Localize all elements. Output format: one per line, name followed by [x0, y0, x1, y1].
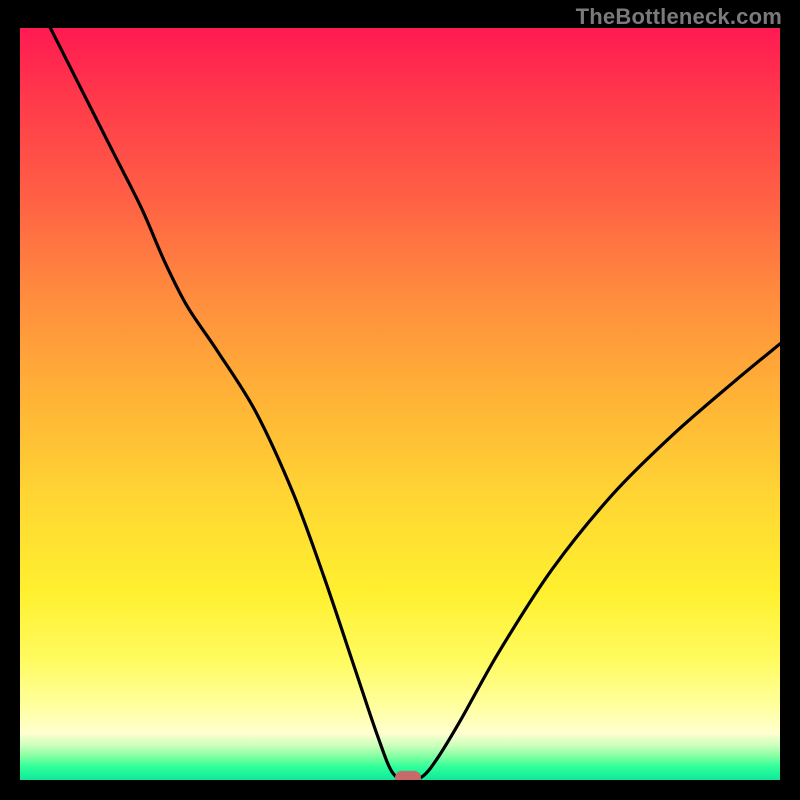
- chart-frame: TheBottleneck.com: [0, 0, 800, 800]
- optimal-point-marker: [395, 771, 421, 780]
- bottleneck-curve: [20, 28, 780, 780]
- watermark-text: TheBottleneck.com: [576, 4, 782, 30]
- plot-area: [20, 28, 780, 780]
